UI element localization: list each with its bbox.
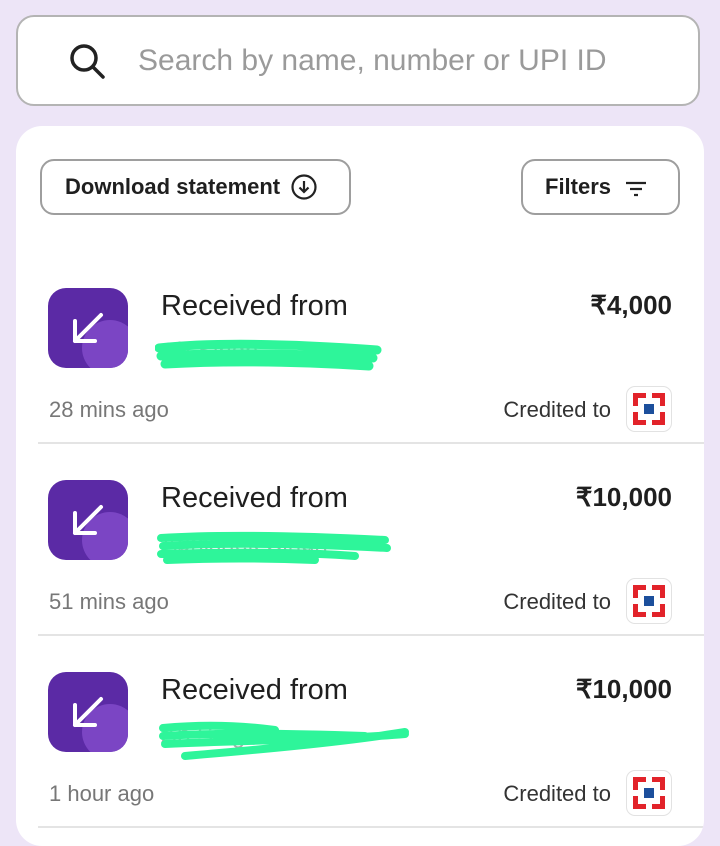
download-icon: [290, 173, 318, 201]
credited-to-label: Credited to: [503, 589, 611, 614]
transaction-time: 51 mins ago: [49, 589, 169, 614]
redaction-scribble: [159, 721, 409, 760]
transaction-row[interactable]: Received from Ab Singh ₹4,000 28 mins ag…: [38, 252, 704, 444]
transaction-title: Received from: [161, 482, 348, 514]
bank-logo-icon: [626, 386, 672, 432]
bank-logo-icon: [626, 770, 672, 816]
bank-logo-icon: [626, 578, 672, 624]
received-arrow-icon: [48, 480, 128, 560]
redaction-scribble: [155, 339, 382, 371]
transaction-title: Received from: [161, 674, 348, 706]
transaction-amount: ₹4,000: [590, 290, 672, 320]
sender-name: Ab Singh: [159, 718, 409, 760]
transaction-time: 1 hour ago: [49, 781, 155, 806]
transaction-row[interactable]: Received from Ab Singh ₹10,000 1 hour ag…: [38, 636, 704, 828]
sender-name: Abhishek Singh: [157, 526, 401, 564]
credited-to-label: Credited to: [503, 781, 611, 806]
search-icon: [68, 42, 106, 80]
redaction-scribble: [157, 531, 391, 564]
transaction-row[interactable]: Received from Abhishek Singh ₹10,000 51 …: [38, 444, 704, 636]
sender-name: Ab Singh: [155, 334, 401, 371]
credited-to-label: Credited to: [503, 397, 611, 422]
transaction-time: 28 mins ago: [49, 397, 169, 422]
received-arrow-icon: [48, 672, 128, 752]
search-bar[interactable]: [16, 15, 700, 106]
transactions-card: Download statement Filters Received from…: [16, 126, 704, 846]
transaction-title: Received from: [161, 290, 348, 322]
download-statement-label: Download statement: [65, 174, 281, 199]
received-arrow-icon: [48, 288, 128, 368]
filter-icon: [625, 178, 647, 197]
download-statement-button[interactable]: Download statement: [40, 159, 351, 215]
filters-button[interactable]: Filters: [521, 159, 680, 215]
transaction-amount: ₹10,000: [575, 674, 672, 704]
filters-label: Filters: [545, 174, 612, 199]
transaction-amount: ₹10,000: [575, 482, 672, 512]
search-input[interactable]: [138, 43, 678, 78]
